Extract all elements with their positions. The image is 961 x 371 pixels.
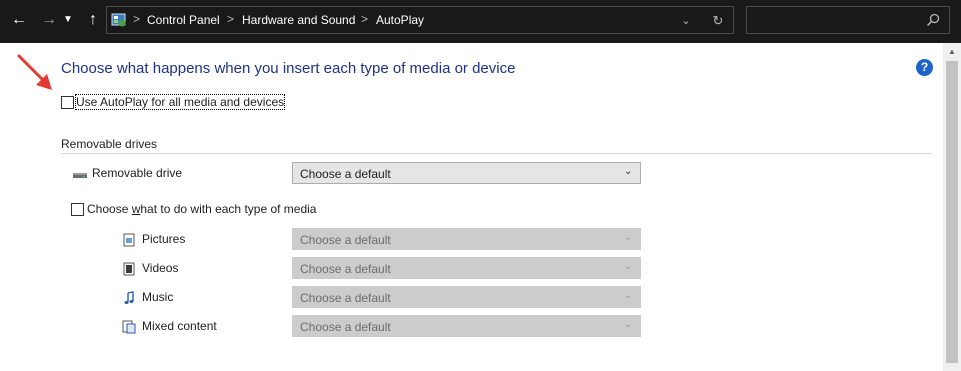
mixed-content-label: Mixed content: [142, 319, 217, 333]
page-title: Choose what happens when you insert each…: [61, 60, 516, 77]
removable-drive-select[interactable]: Choose a default ⌄: [292, 162, 641, 184]
music-select[interactable]: Choose a default ⌄: [292, 286, 641, 308]
chevron-down-icon: ⌄: [624, 166, 633, 177]
annotation-arrow-icon: [17, 54, 52, 90]
vertical-scrollbar[interactable]: ▲: [943, 43, 961, 371]
chevron-down-icon: ⌄: [624, 232, 633, 243]
breadcrumb-control-panel[interactable]: Control Panel: [147, 13, 220, 27]
breadcrumb-autoplay[interactable]: AutoPlay: [376, 13, 424, 27]
music-label: Music: [142, 290, 174, 304]
search-input[interactable]: [746, 6, 950, 34]
select-value: Choose a default: [300, 233, 391, 247]
select-value: Choose a default: [300, 262, 391, 276]
arrow-up-icon[interactable]: ↑: [81, 8, 105, 32]
scroll-up-icon[interactable]: ▲: [943, 43, 961, 60]
control-panel-icon: [111, 13, 126, 27]
use-autoplay-label[interactable]: Use AutoPlay for all media and devices: [74, 94, 286, 110]
chevron-down-icon: ⌄: [624, 319, 633, 330]
breadcrumb-hardware-and-sound[interactable]: Hardware and Sound: [242, 13, 355, 27]
breadcrumb-separator: >: [133, 12, 141, 26]
section-title-removable-drives: Removable drives: [61, 137, 158, 151]
search-icon: [926, 13, 940, 27]
section-divider: [61, 153, 932, 154]
breadcrumb-separator: >: [227, 12, 235, 26]
scrollbar-thumb[interactable]: [946, 61, 958, 363]
media-choice-label[interactable]: Choose what to do with each type of medi…: [87, 202, 316, 216]
select-value: Choose a default: [300, 291, 391, 305]
mixed-content-select[interactable]: Choose a default ⌄: [292, 315, 641, 337]
removable-drive-label: Removable drive: [92, 166, 183, 180]
use-autoplay-checkbox[interactable]: [61, 96, 74, 109]
removable-drive-icon: [73, 173, 87, 178]
refresh-icon[interactable]: ↻: [709, 12, 727, 30]
videos-select[interactable]: Choose a default ⌄: [292, 257, 641, 279]
videos-icon: [123, 262, 135, 276]
address-toolbar: ← → ▼ ↑ > Control Panel > Hardware and S…: [0, 0, 961, 43]
pictures-select[interactable]: Choose a default ⌄: [292, 228, 641, 250]
arrow-right-icon[interactable]: →: [37, 8, 61, 32]
media-choice-checkbox[interactable]: [71, 203, 84, 216]
mixed-content-icon: [122, 320, 136, 334]
videos-label: Videos: [142, 261, 179, 275]
music-icon: [124, 291, 134, 304]
arrow-left-icon[interactable]: ←: [7, 8, 31, 32]
pictures-icon: [123, 233, 135, 247]
chevron-down-icon: ⌄: [624, 290, 633, 301]
breadcrumb-separator: >: [361, 12, 369, 26]
chevron-down-icon[interactable]: ▼: [61, 8, 75, 32]
select-value: Choose a default: [300, 320, 391, 334]
pictures-label: Pictures: [142, 232, 186, 246]
chevron-down-icon[interactable]: ⌄: [677, 12, 695, 30]
address-bar[interactable]: > Control Panel > Hardware and Sound > A…: [106, 6, 734, 34]
help-icon[interactable]: ?: [916, 59, 933, 76]
select-value: Choose a default: [300, 167, 391, 181]
chevron-down-icon: ⌄: [624, 261, 633, 272]
